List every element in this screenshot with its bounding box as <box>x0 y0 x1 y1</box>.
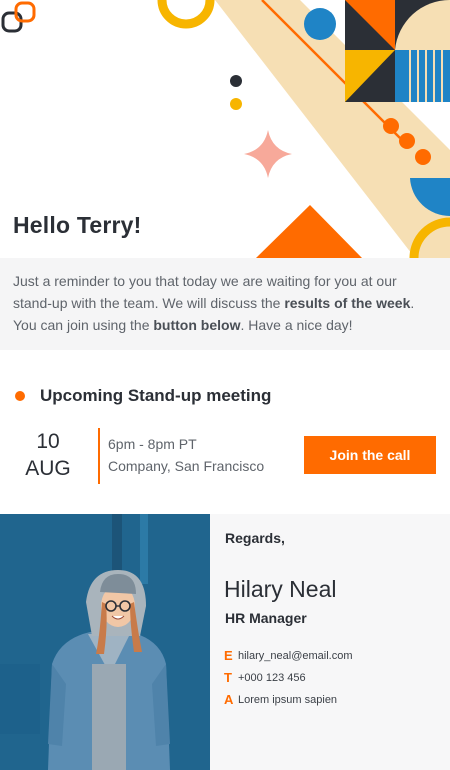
orange-triangle-bottom-shape <box>256 205 362 258</box>
meeting-day: 10 <box>36 430 60 453</box>
regards-text: Regards, <box>225 530 285 546</box>
intro-bold-2: button below <box>153 317 241 333</box>
address-letter-label: A <box>224 692 234 707</box>
email-letter-label: E <box>224 648 233 663</box>
meeting-place: Company, San Francisco <box>108 458 265 474</box>
meeting-header: Upcoming Stand-up meeting <box>0 382 450 410</box>
bullet-dot-icon <box>15 391 25 401</box>
join-call-button[interactable]: Join the call <box>304 436 436 474</box>
orange-dot-shape-1 <box>383 118 399 134</box>
intro-message: Just a reminder to you that today we are… <box>0 258 450 350</box>
contact-phone-row: T +000 123 456 <box>224 670 306 685</box>
orange-dot-shape-3 <box>415 149 431 165</box>
date-divider <box>98 428 100 484</box>
person-portrait-image <box>0 514 210 770</box>
meeting-time: 6pm - 8pm PT <box>108 436 197 452</box>
brand-logo-icon <box>1 1 36 33</box>
hero-banner: Hello Terry! <box>0 0 450 258</box>
meeting-title: Upcoming Stand-up meeting <box>40 386 272 405</box>
address-text: Lorem ipsum sapien <box>238 693 338 706</box>
contact-address-row: A Lorem ipsum sapien <box>224 692 337 707</box>
intro-bold-1: results of the week <box>284 295 411 311</box>
orange-dot-shape-2 <box>399 133 415 149</box>
sparkle-shape <box>244 130 292 178</box>
meeting-month: AUG <box>25 457 71 480</box>
email-link[interactable]: hilary_neal@email.com <box>238 650 353 662</box>
intro-text-3: . Have a nice day! <box>240 317 353 333</box>
signature-role: HR Manager <box>225 610 307 626</box>
blue-circle-shape <box>304 8 336 40</box>
yellow-dot-shape <box>230 98 242 110</box>
ring-arc-shape <box>157 0 215 29</box>
phone-link[interactable]: +000 123 456 <box>238 672 306 684</box>
phone-letter-label: T <box>224 670 232 685</box>
signature-block: Regards, Hilary Neal HR Manager E hilary… <box>210 514 450 770</box>
signature-name: Hilary Neal <box>224 576 337 602</box>
profile-photo <box>0 514 210 770</box>
contact-email-row: E hilary_neal@email.com <box>224 648 353 663</box>
dark-dot-shape <box>230 75 242 87</box>
greeting-title: Hello Terry! <box>13 212 142 238</box>
